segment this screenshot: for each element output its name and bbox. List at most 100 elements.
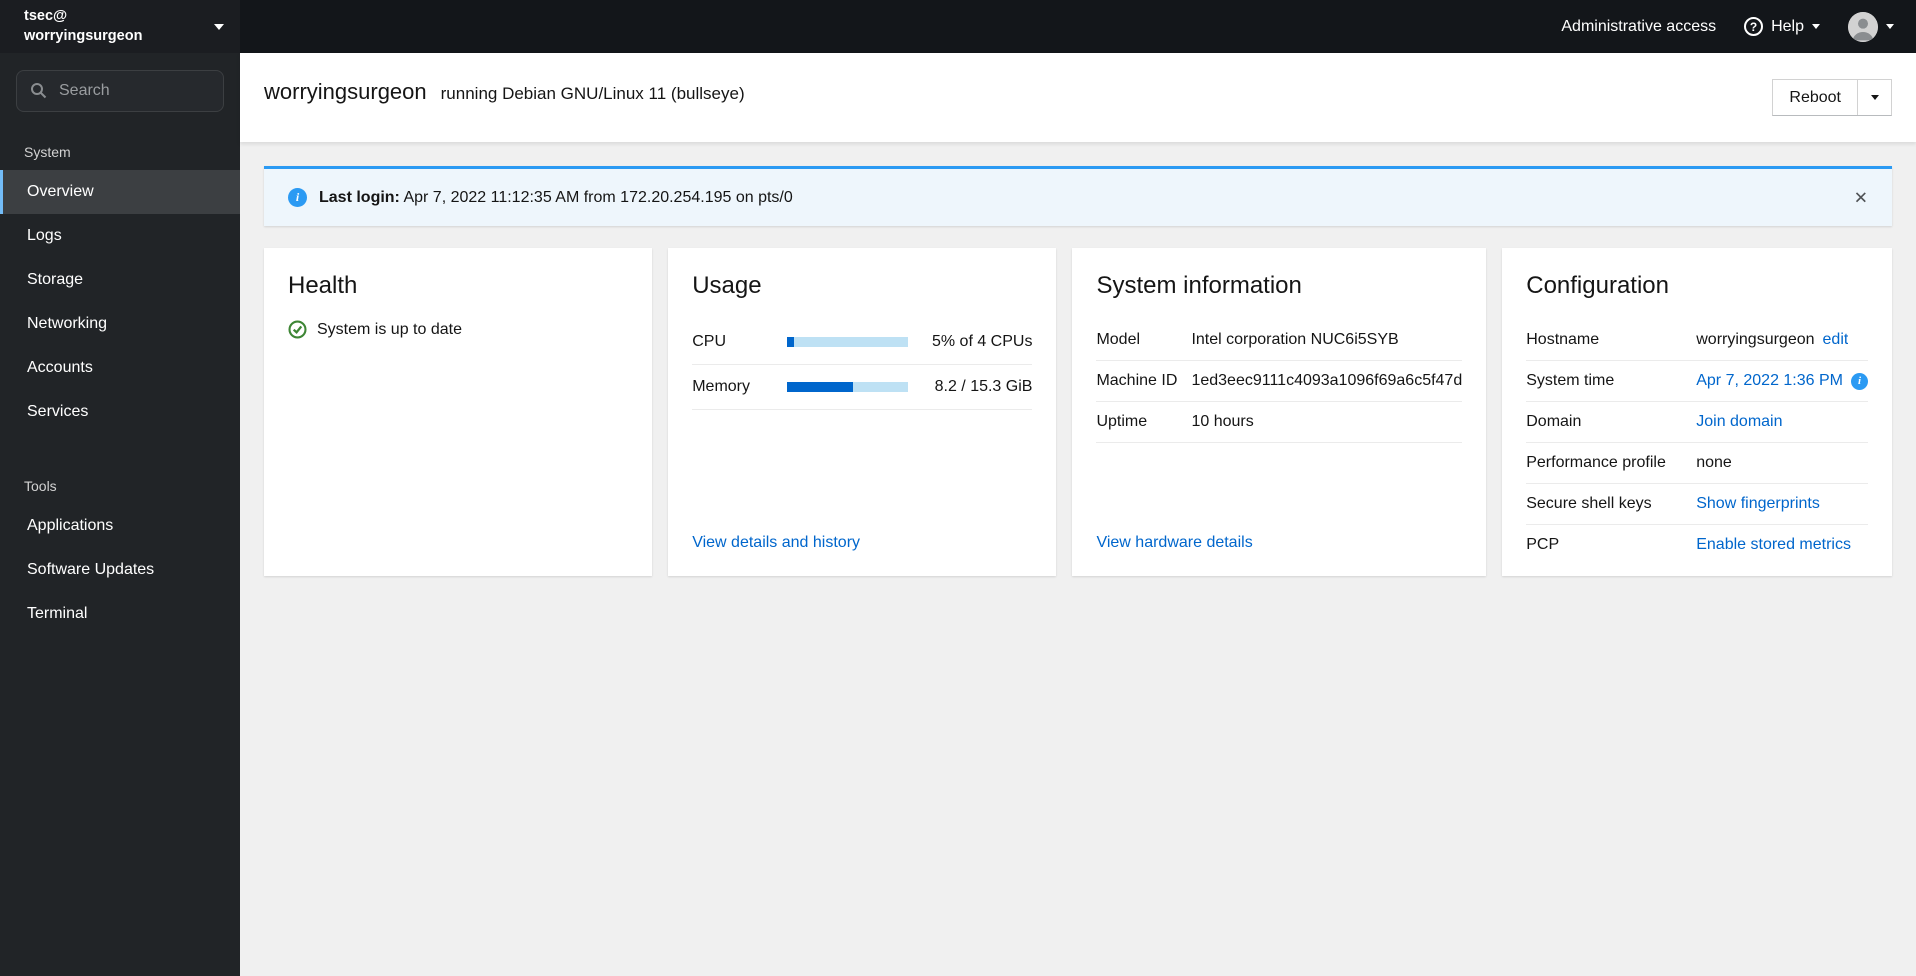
model-label: Model (1096, 331, 1141, 348)
memory-progress-fill (787, 382, 853, 392)
memory-label: Memory (692, 378, 750, 395)
secure-shell-keys-label: Secure shell keys (1526, 495, 1652, 512)
model-row: Model Intel corporation NUC6i5SYB (1096, 320, 1463, 361)
system-time-link[interactable]: Apr 7, 2022 1:36 PM (1696, 372, 1843, 390)
nav-section-label: Tools (24, 478, 57, 494)
view-details-history-link[interactable]: View details and history (692, 534, 1032, 552)
memory-progress-bar (787, 382, 909, 392)
machine-id-label: Machine ID (1096, 372, 1178, 389)
search-container (0, 53, 240, 120)
performance-profile-value: none (1696, 454, 1732, 471)
system-information-card: System information Model Intel corporati… (1072, 248, 1487, 576)
machine-id-value: 1ed3eec9111c4093a1096f69a6c5f47d (1191, 372, 1463, 389)
usage-card: Usage CPU 5% of 4 CPUs Memory 8.2 / 15.3… (668, 248, 1057, 576)
chevron-down-icon (214, 23, 224, 30)
hostname-value: worryingsurgeon edit (1696, 331, 1848, 349)
page-title: worryingsurgeon (264, 79, 427, 104)
user-icon (1848, 11, 1878, 42)
cpu-label: CPU (692, 333, 726, 350)
performance-profile-label: Performance profile (1526, 454, 1666, 471)
configuration-card: Configuration Hostname worryingsurgeon e… (1502, 248, 1892, 576)
alert-text: Last login: Apr 7, 2022 11:12:35 AM from… (319, 189, 793, 207)
enable-stored-metrics-link[interactable]: Enable stored metrics (1696, 536, 1851, 554)
help-label: Help (1771, 17, 1804, 35)
search-icon (31, 83, 47, 99)
reboot-split-button: Reboot (1772, 79, 1892, 116)
domain-label: Domain (1526, 413, 1582, 430)
last-login-alert: i Last login: Apr 7, 2022 11:12:35 AM fr… (264, 166, 1892, 226)
health-status-text: System is up to date (317, 320, 462, 338)
avatar (1848, 11, 1878, 42)
session-menu[interactable] (1848, 11, 1894, 42)
cpu-progress-fill (787, 337, 795, 347)
alert-title: Last login: (319, 188, 400, 206)
uptime-label: Uptime (1096, 413, 1148, 430)
nav-section-label: System (24, 144, 71, 160)
sidebar-item-overview[interactable]: Overview (0, 170, 240, 214)
help-menu[interactable]: ? Help (1744, 17, 1820, 36)
search-input[interactable] (16, 70, 224, 112)
model-value: Intel corporation NUC6i5SYB (1191, 331, 1399, 348)
domain-value: Join domain (1696, 413, 1782, 431)
nav-section-tools: Tools Applications Software Updates Term… (0, 464, 240, 636)
sidebar-item-services[interactable]: Services (0, 390, 240, 434)
pcp-label: PCP (1526, 536, 1560, 553)
sidebar-item-software-updates[interactable]: Software Updates (0, 548, 240, 592)
sidebar: tsec@ worryingsurgeon System Overview Lo… (0, 0, 240, 976)
info-icon[interactable]: i (1851, 372, 1868, 390)
hostname-label: Hostname (1526, 331, 1600, 348)
current-host: worryingsurgeon (24, 27, 143, 44)
secure-shell-keys-value: Show fingerprints (1696, 495, 1820, 513)
reboot-dropdown-toggle[interactable] (1857, 80, 1891, 115)
pcp-value: Enable stored metrics (1696, 536, 1851, 554)
domain-row: Domain Join domain (1526, 402, 1868, 443)
sidebar-item-logs[interactable]: Logs (0, 214, 240, 258)
memory-usage-row: Memory 8.2 / 15.3 GiB (692, 365, 1033, 410)
card-title: System information (1096, 272, 1302, 299)
sidebar-item-accounts[interactable]: Accounts (0, 346, 240, 390)
chevron-down-icon (1812, 24, 1820, 29)
nav-section-system: System Overview Logs Storage Networking … (0, 130, 240, 434)
join-domain-link[interactable]: Join domain (1696, 413, 1782, 431)
cards-grid: Health System is up to date Usage CPU 5%… (264, 248, 1892, 576)
cpu-progress-bar (787, 337, 909, 347)
card-title: Health (288, 272, 358, 299)
card-title: Configuration (1526, 272, 1669, 299)
system-time-label: System time (1526, 372, 1615, 389)
main-area: Administrative access ? Help worryingsur… (240, 0, 1916, 976)
uptime-value: 10 hours (1191, 413, 1254, 430)
page-content: i Last login: Apr 7, 2022 11:12:35 AM fr… (240, 142, 1916, 976)
chevron-down-icon (1870, 95, 1879, 100)
host-switcher[interactable]: tsec@ worryingsurgeon (0, 0, 240, 53)
reboot-button[interactable]: Reboot (1773, 80, 1857, 115)
uptime-row: Uptime 10 hours (1096, 402, 1463, 443)
performance-profile-row: Performance profile none (1526, 443, 1868, 484)
info-icon: i (288, 188, 307, 207)
edit-hostname-link[interactable]: edit (1823, 331, 1849, 349)
cpu-value: 5% of 4 CPUs (931, 333, 1033, 350)
page-header: worryingsurgeon running Debian GNU/Linux… (240, 53, 1916, 142)
hostname-text: worryingsurgeon (1696, 331, 1815, 348)
secure-shell-keys-row: Secure shell keys Show fingerprints (1526, 484, 1868, 525)
cpu-usage-row: CPU 5% of 4 CPUs (692, 320, 1033, 365)
memory-value: 8.2 / 15.3 GiB (934, 378, 1033, 395)
current-user: tsec@ (24, 7, 68, 24)
show-fingerprints-link[interactable]: Show fingerprints (1696, 495, 1820, 513)
system-time-value: Apr 7, 2022 1:36 PM i (1696, 372, 1868, 390)
sidebar-item-applications[interactable]: Applications (0, 504, 240, 548)
view-hardware-details-link[interactable]: View hardware details (1096, 534, 1462, 552)
chevron-down-icon (1886, 24, 1894, 29)
host-switcher-label: tsec@ worryingsurgeon (24, 7, 142, 46)
masthead: Administrative access ? Help (240, 0, 1916, 53)
pcp-row: PCP Enable stored metrics (1526, 525, 1868, 565)
sidebar-item-networking[interactable]: Networking (0, 302, 240, 346)
os-release-text: running Debian GNU/Linux 11 (bullseye) (440, 84, 745, 103)
sidebar-nav: System Overview Logs Storage Networking … (0, 120, 240, 976)
close-icon[interactable]: ✕ (1848, 183, 1874, 212)
administrative-access-button[interactable]: Administrative access (1561, 18, 1716, 36)
sidebar-item-storage[interactable]: Storage (0, 258, 240, 302)
system-time-row: System time Apr 7, 2022 1:36 PM i (1526, 361, 1868, 402)
app-window: tsec@ worryingsurgeon System Overview Lo… (0, 0, 1916, 976)
sidebar-item-terminal[interactable]: Terminal (0, 592, 240, 636)
machine-id-row: Machine ID 1ed3eec9111c4093a1096f69a6c5f… (1096, 361, 1463, 402)
